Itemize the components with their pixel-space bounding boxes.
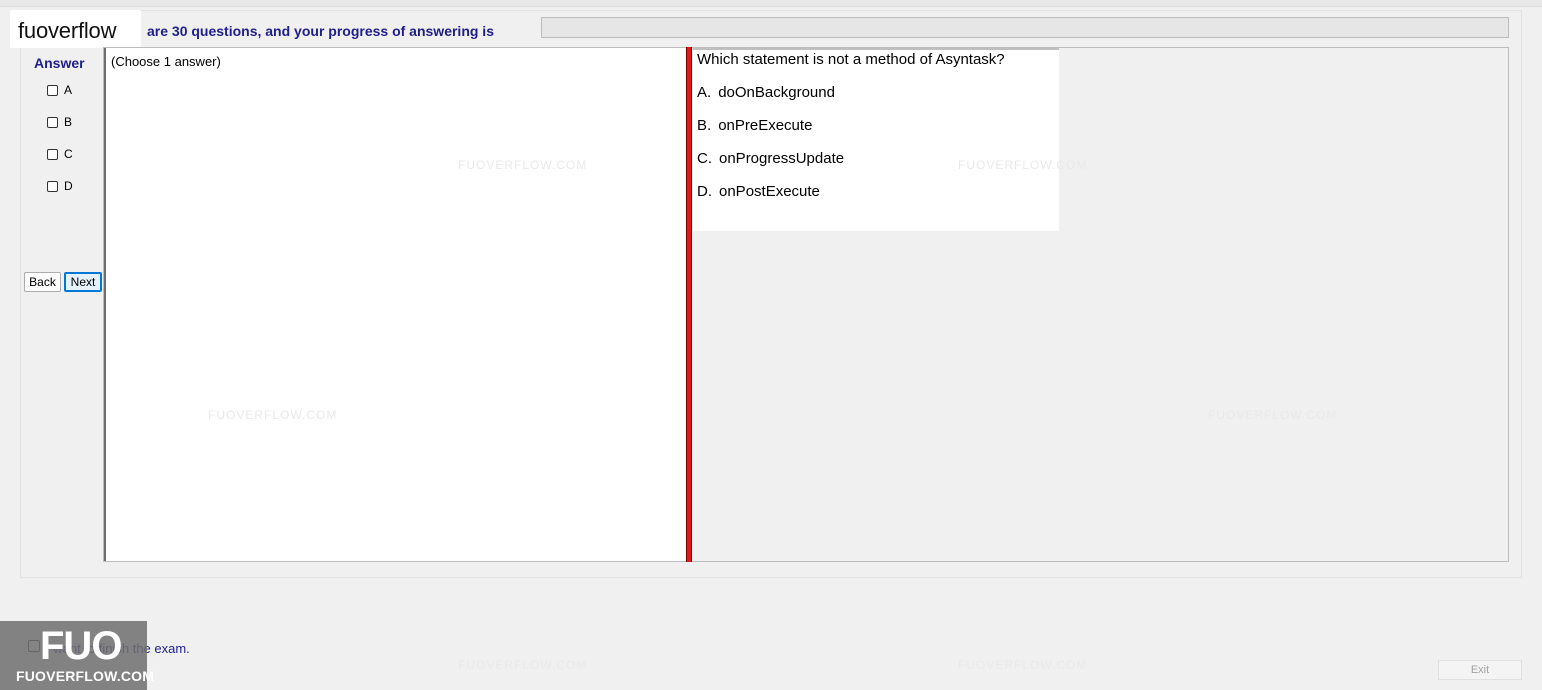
next-button[interactable]: Next: [64, 272, 102, 292]
progress-text: are 30 questions, and your progress of a…: [147, 23, 494, 39]
faint-watermark: FUOVERFLOW.COM: [958, 158, 1088, 172]
progress-bar: [541, 17, 1509, 38]
faint-watermark: FUOVERFLOW.COM: [1208, 408, 1338, 422]
question-text: Which statement is not a method of Asynt…: [697, 51, 1005, 68]
answer-option-b[interactable]: B: [47, 115, 72, 129]
option-text: onPreExecute: [718, 117, 813, 134]
answer-option-label: C: [64, 147, 73, 161]
question-option-c: C. onProgressUpdate: [697, 150, 844, 167]
question-option-a: A. doOnBackground: [697, 84, 835, 101]
question-option-d: D. onPostExecute: [697, 183, 820, 200]
option-text: onProgressUpdate: [719, 150, 845, 167]
checkbox-icon[interactable]: [47, 180, 58, 192]
checkbox-icon[interactable]: [47, 148, 58, 160]
option-text: doOnBackground: [718, 84, 835, 101]
option-letter: B.: [697, 117, 712, 134]
answer-title: Answer: [34, 55, 85, 71]
faint-watermark: FUOVERFLOW.COM: [458, 658, 588, 672]
faint-watermark: FUOVERFLOW.COM: [208, 408, 338, 422]
answer-option-label: D: [64, 179, 73, 193]
logo-text: fuoverflow: [18, 18, 117, 43]
question-option-b: B. onPreExecute: [697, 117, 812, 134]
option-text: onPostExecute: [719, 183, 820, 200]
answer-instruction-pane: [104, 48, 686, 561]
faint-watermark: FUOVERFLOW.COM: [458, 158, 588, 172]
option-letter: C.: [697, 150, 712, 167]
faint-watermark: FUOVERFLOW.COM: [958, 658, 1088, 672]
question-box: [693, 48, 1059, 231]
title-strip: [0, 0, 1542, 7]
checkbox-icon[interactable]: [47, 116, 58, 128]
back-button[interactable]: Back: [24, 272, 61, 292]
watermark-site: FUOVERFLOW.COM: [16, 668, 155, 684]
answer-option-d[interactable]: D: [47, 179, 73, 193]
exit-button[interactable]: Exit: [1438, 660, 1522, 680]
answer-option-label: B: [64, 115, 73, 129]
watermark-logo: FUO: [40, 624, 122, 668]
pane-splitter[interactable]: [686, 47, 692, 562]
answer-option-label: A: [64, 83, 73, 97]
answer-option-c[interactable]: C: [47, 147, 73, 161]
option-letter: D.: [697, 183, 712, 200]
checkbox-icon[interactable]: [47, 84, 58, 96]
choose-instruction: (Choose 1 answer): [111, 54, 221, 69]
answer-option-a[interactable]: A: [47, 83, 72, 97]
option-letter: A.: [697, 84, 712, 101]
